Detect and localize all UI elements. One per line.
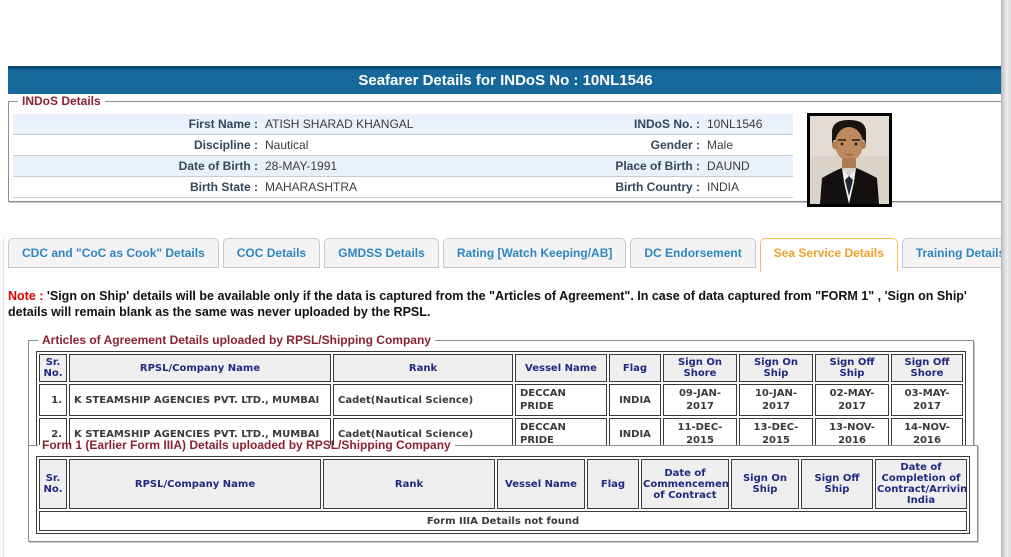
seafarer-details-page: Seafarer Details for INDoS No : 10NL1546… (0, 0, 1011, 557)
first-name-value: ATISH SHARAD KHANGAL (258, 114, 535, 134)
first-name-label: First Name : (13, 114, 258, 134)
birth-country-label: Birth Country : (535, 177, 700, 197)
tab-cdc-coc-cook-details[interactable]: CDC and "CoC as Cook" Details (8, 238, 219, 268)
cell-flag: INDIA (609, 384, 661, 416)
birth-state-value: MAHARASHTRA (258, 177, 535, 197)
indos-no-label: INDoS No. : (535, 114, 700, 134)
note-prefix: Note : (8, 289, 43, 303)
col-rank: Rank (323, 459, 495, 509)
seafarer-photo (807, 113, 892, 207)
col-sr-no: Sr. No. (39, 459, 67, 509)
col-sign-on-shore: Sign On Shore (663, 354, 737, 382)
col-sign-off-ship: Sign Off Ship (801, 459, 873, 509)
cell-sign-off-shore: 03-MAY-2017 (891, 384, 963, 416)
date-of-birth-label: Date of Birth : (13, 156, 258, 176)
cell-company: K STEAMSHIP AGENCIES PVT. LTD., MUMBAI (69, 384, 331, 416)
tab-gmdss-details[interactable]: GMDSS Details (324, 238, 439, 268)
birth-state-label: Birth State : (13, 177, 258, 197)
form-iiia-not-found-message: Form IIIA Details not found (39, 511, 967, 531)
indos-details-fieldset: INDoS Details First Name : ATISH SHARAD … (8, 94, 1002, 202)
gender-value: Male (700, 135, 793, 155)
cell-vessel: DECCAN PRIDE (515, 384, 607, 416)
col-date-commencement: Date of Commencement of Contract (641, 459, 729, 509)
indos-no-value: 10NL1546 (700, 114, 793, 134)
col-rank: Rank (333, 354, 513, 382)
place-of-birth-value: DAUND (700, 156, 793, 176)
form1-fieldset: Form 1 (Earlier Form IIIA) Details uploa… (28, 438, 978, 542)
articles-of-agreement-legend: Articles of Agreement Details uploaded b… (38, 333, 435, 347)
col-sign-on-ship: Sign On Ship (731, 459, 799, 509)
tab-coc-details[interactable]: COC Details (223, 238, 320, 268)
gender-label: Gender : (535, 135, 700, 155)
discipline-value: Nautical (258, 135, 535, 155)
place-of-birth-label: Place of Birth : (535, 156, 700, 176)
tab-training-details[interactable]: Training Details (902, 238, 1011, 268)
indos-detail-rows: First Name : ATISH SHARAD KHANGAL INDoS … (13, 114, 793, 207)
col-sign-on-ship: Sign On Ship (739, 354, 813, 382)
table-header-row: Sr. No. RPSL/Company Name Rank Vessel Na… (39, 354, 963, 382)
note-body: 'Sign on Ship' details will be available… (8, 289, 967, 319)
detail-row: Birth State : MAHARASHTRA Birth Country … (13, 177, 793, 198)
col-sign-off-shore: Sign Off Shore (891, 354, 963, 382)
col-flag: Flag (587, 459, 639, 509)
table-header-row: Sr. No. RPSL/Company Name Rank Vessel Na… (39, 459, 967, 509)
cell-sign-on-ship: 10-JAN-2017 (739, 384, 813, 416)
detail-row: Discipline : Nautical Gender : Male (13, 135, 793, 156)
col-rpsl-company: RPSL/Company Name (69, 354, 331, 382)
cell-sign-on-shore: 09-JAN-2017 (663, 384, 737, 416)
cell-rank: Cadet(Nautical Science) (333, 384, 513, 416)
tab-dc-endorsement[interactable]: DC Endorsement (630, 238, 755, 268)
col-sr-no: Sr. No. (39, 354, 67, 382)
detail-row: Date of Birth : 28-MAY-1991 Place of Bir… (13, 156, 793, 177)
form1-table: Sr. No. RPSL/Company Name Rank Vessel Na… (36, 456, 970, 534)
col-date-completion: Date of Completion of Contract/Arriving … (875, 459, 967, 509)
col-vessel-name: Vessel Name (515, 354, 607, 382)
birth-country-value: INDIA (700, 177, 793, 197)
cell-sign-off-ship: 02-MAY-2017 (815, 384, 889, 416)
col-rpsl-company: RPSL/Company Name (69, 459, 321, 509)
vertical-scrollbar[interactable] (1001, 0, 1011, 557)
form1-legend: Form 1 (Earlier Form IIIA) Details uploa… (38, 438, 455, 452)
tab-bar: CDC and "CoC as Cook" Details COC Detail… (8, 238, 1011, 272)
col-flag: Flag (609, 354, 661, 382)
table-row: 1. K STEAMSHIP AGENCIES PVT. LTD., MUMBA… (39, 384, 963, 416)
cell-sr-no: 1. (39, 384, 67, 416)
page-title: Seafarer Details for INDoS No : 10NL1546 (8, 66, 1003, 94)
date-of-birth-value: 28-MAY-1991 (258, 156, 535, 176)
tab-rating-watch-keeping[interactable]: Rating [Watch Keeping/AB] (443, 238, 627, 268)
empty-row: Form IIIA Details not found (39, 511, 967, 531)
detail-row: First Name : ATISH SHARAD KHANGAL INDoS … (13, 114, 793, 135)
discipline-label: Discipline : (13, 135, 258, 155)
tab-sea-service-details[interactable]: Sea Service Details (760, 238, 898, 272)
col-vessel-name: Vessel Name (497, 459, 585, 509)
sign-on-ship-note: Note : 'Sign on Ship' details will be av… (8, 288, 1002, 320)
indos-details-legend: INDoS Details (18, 94, 105, 108)
col-sign-off-ship: Sign Off Ship (815, 354, 889, 382)
